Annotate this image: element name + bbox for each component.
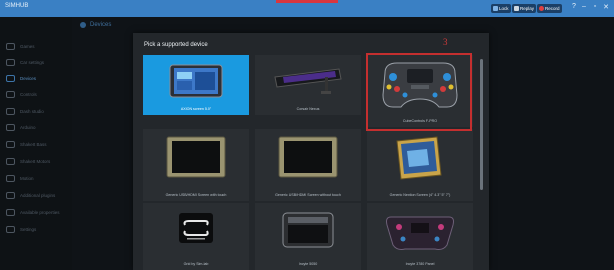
sidebar-item-label: Settings	[20, 226, 37, 232]
sidebar-item-label: Dash studio	[20, 108, 44, 114]
sidebar-item-label: Motion	[20, 175, 34, 181]
sidebar-item-label: ShakeIt Motors	[20, 158, 51, 164]
device-caption: Corsair Nexus	[296, 107, 320, 111]
sidebar-item-settings[interactable]: Settings	[6, 224, 36, 234]
sidebar-item-car-settings[interactable]: Car settings	[6, 57, 44, 67]
plugins-icon	[6, 191, 15, 199]
step-number: 3	[443, 37, 448, 47]
replay-icon	[514, 6, 519, 11]
sidebar-item-label: Additional plugins	[20, 192, 56, 198]
properties-icon	[6, 208, 15, 216]
generic-hdmi-touch-screen-image	[166, 136, 226, 178]
sidebar-item-shakeit-motors[interactable]: ShakeIt Motors	[6, 156, 50, 166]
record-button-label: Record	[545, 6, 560, 11]
device-tile-grid[interactable]: Grid by Sim-lab	[143, 203, 249, 270]
incyte-display-image	[282, 212, 334, 248]
device-caption: Incyte 5050	[298, 262, 318, 266]
sidebar-item-games[interactable]: Games	[6, 41, 35, 51]
controls-icon	[6, 90, 15, 98]
sidebar-item-motion[interactable]: Motion	[6, 173, 34, 183]
motion-icon	[6, 174, 15, 182]
settings-icon	[6, 225, 15, 233]
sidebar-item-controls[interactable]: Controls	[6, 89, 37, 99]
lock-icon	[493, 6, 498, 11]
corsair-nexus-image	[274, 68, 342, 94]
device-tile-generic-hdmi-no-touch[interactable]: Generic USB/HDMI Screen without touch	[255, 129, 361, 201]
sidebar-item-label: Arduino	[20, 124, 36, 130]
sidebar-item-label: ShakeIt Bass	[20, 141, 47, 147]
sidebar: Games Car settings Devices Controls Dash…	[0, 17, 72, 270]
incyte-panel-image	[386, 216, 454, 250]
device-caption: Generic USB/HDMI Screen with touch	[165, 193, 227, 197]
sidebar-item-available-properties[interactable]: Available properties	[6, 207, 59, 217]
close-button[interactable]: ✕	[602, 3, 610, 11]
minimize-button[interactable]: –	[580, 3, 588, 10]
device-caption: Generic USB/HDMI Screen without touch	[275, 193, 341, 197]
sidebar-item-label: Available properties	[20, 209, 60, 215]
device-tile-generic-nextion[interactable]: Generic Nextion Screen (4" 4.3" 5" 7")	[367, 129, 473, 201]
title-accent-mark	[276, 0, 338, 3]
nextion-screen-image	[396, 136, 442, 180]
dialog-title: Pick a supported device	[144, 42, 208, 48]
device-tile-incyte-5050[interactable]: Incyte 5050	[255, 203, 361, 270]
sidebar-item-additional-plugins[interactable]: Additional plugins	[6, 190, 55, 200]
highlight-box	[366, 53, 472, 131]
generic-hdmi-screen-image	[278, 136, 338, 178]
record-button[interactable]: Record	[537, 4, 562, 13]
device-tile-generic-hdmi-touch[interactable]: Generic USB/HDMI Screen with touch	[143, 129, 249, 201]
app-title: SIMHUB	[5, 3, 29, 9]
lock-button[interactable]: Lock	[491, 4, 511, 13]
axion-screen-image	[169, 64, 223, 98]
sidebar-item-label: Devices	[20, 75, 37, 81]
sidebar-item-label: Controls	[20, 91, 37, 97]
bass-icon	[6, 140, 15, 148]
device-tile-axion[interactable]: AXION screen 5.0"	[143, 55, 249, 115]
dash-icon	[6, 107, 15, 115]
devices-section-icon	[80, 22, 86, 28]
car-icon	[6, 58, 15, 66]
section-title: Devices	[90, 22, 112, 28]
sidebar-item-shakeit-bass[interactable]: ShakeIt Bass	[6, 139, 47, 149]
maximize-button[interactable]: ▫	[591, 3, 599, 10]
sidebar-item-label: Car settings	[20, 59, 45, 65]
dialog-scrollbar[interactable]	[480, 59, 483, 190]
device-caption: Grid by Sim-lab	[183, 262, 209, 266]
devices-icon	[6, 74, 15, 82]
section-header: Devices	[80, 20, 111, 30]
sidebar-item-arduino[interactable]: Arduino	[6, 122, 36, 132]
arduino-icon	[6, 123, 15, 131]
replay-button[interactable]: Replay	[512, 4, 537, 13]
device-caption: Generic Nextion Screen (4" 4.3" 5" 7")	[389, 193, 451, 197]
gamepad-icon	[6, 42, 15, 50]
device-caption: Incyte 3780 Panel	[405, 262, 435, 266]
sidebar-item-label: Games	[20, 43, 35, 49]
device-tile-corsair-nexus[interactable]: Corsair Nexus	[255, 55, 361, 115]
help-button[interactable]: ?	[570, 3, 578, 10]
sidebar-item-dash-studio[interactable]: Dash studio	[6, 106, 44, 116]
record-icon	[539, 6, 544, 11]
device-caption: AXION screen 5.0"	[180, 107, 212, 111]
lock-button-label: Lock	[499, 6, 509, 11]
device-tile-incyte-3780-panel[interactable]: Incyte 3780 Panel	[367, 203, 473, 270]
title-bar: SIMHUB Lock Replay Record ? – ▫ ✕	[0, 0, 614, 17]
motors-icon	[6, 157, 15, 165]
replay-button-label: Replay	[520, 6, 535, 11]
sidebar-item-devices[interactable]: Devices	[6, 73, 36, 83]
grid-logo-image	[179, 213, 213, 243]
